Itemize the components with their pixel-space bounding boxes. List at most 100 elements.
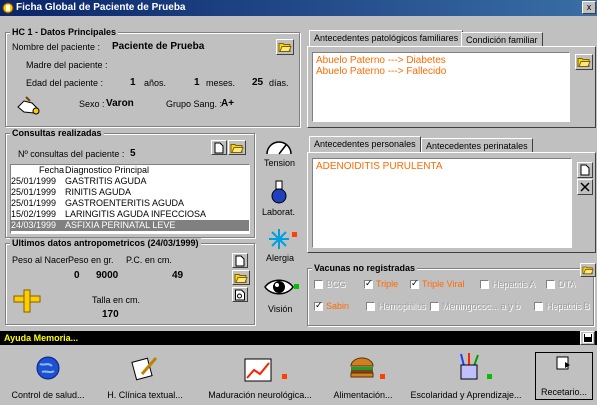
vacuna-label: DTA xyxy=(558,279,576,289)
vacunas-title: Vacunas no registradas xyxy=(312,263,418,273)
tab-antecedentes-perinatales-label: Antecedentes perinatales xyxy=(426,141,528,151)
fecha-cell: 15/02/1999 xyxy=(11,209,57,219)
maduracion-alert-indicator xyxy=(282,374,287,379)
globe-icon xyxy=(36,356,60,380)
checkbox-box[interactable] xyxy=(546,280,555,290)
vacuna-checkbox[interactable]: Hemophilus xyxy=(366,301,426,312)
vacuna-label: Hepatitis A xyxy=(492,279,536,289)
table-row[interactable]: 25/01/1999 RINITIS AGUDA xyxy=(11,187,249,198)
tension-gauge-icon xyxy=(266,141,292,155)
col-diag-header[interactable]: Diagnostico Principal xyxy=(65,165,149,175)
checkbox-box[interactable] xyxy=(534,302,543,312)
maduracion-label-text: Maduración neurológica... xyxy=(208,390,312,400)
close-icon: x xyxy=(586,2,592,12)
escolaridad-label: Escolaridad y Aprendizaje... xyxy=(410,390,522,400)
alimentacion-button[interactable]: Alimentación... xyxy=(328,352,398,402)
control-salud-button[interactable]: Control de salud... xyxy=(2,352,94,402)
diag-cell: GASTRITIS AGUDA xyxy=(65,176,147,186)
personales-line-1: ADENOIDITIS PURULENTA xyxy=(316,161,443,172)
clinica-textual-label: H. Clínica textual... xyxy=(107,390,183,400)
new-consulta-button[interactable] xyxy=(211,140,227,155)
years-label: años. xyxy=(144,78,167,88)
open-familiares-button[interactable] xyxy=(575,54,593,70)
window-title: Ficha Global de Paciente de Prueba xyxy=(16,2,186,13)
vacuna-checkbox[interactable]: DTA xyxy=(546,279,576,290)
open-folder-icon xyxy=(234,273,248,283)
months-label: meses. xyxy=(206,78,236,88)
diag-cell: ASFIXIA PERINATAL LEVE xyxy=(65,220,176,230)
checkbox-box[interactable] xyxy=(480,280,489,290)
ayuda-memoria-label: Ayuda Memoria... xyxy=(4,333,79,343)
open-folder-icon xyxy=(230,143,244,153)
delete-x-icon xyxy=(580,182,590,192)
tab-antecedentes-perinatales[interactable]: Antecedentes perinatales xyxy=(421,138,533,152)
checkbox-box[interactable] xyxy=(314,280,323,290)
name-value: Paciente de Prueba xyxy=(112,41,205,52)
checkbox-box[interactable] xyxy=(410,278,419,290)
recetario-button[interactable]: Recetario... xyxy=(535,352,593,400)
table-row[interactable]: 15/02/1999 LARINGITIS AGUDA INFECCIOSA xyxy=(11,209,249,220)
table-row[interactable]: 24/03/1999 ASFIXIA PERINATAL LEVE xyxy=(11,220,249,231)
table-row[interactable]: 25/01/1999 GASTRITIS AGUDA xyxy=(11,176,249,187)
save-ayuda-button[interactable] xyxy=(580,331,595,345)
new-document-icon xyxy=(214,142,224,153)
tab-patologicos-familiares[interactable]: Antecedentes patológicos familiares xyxy=(309,30,464,46)
vacuna-checkbox[interactable]: Triple xyxy=(364,278,399,290)
laborat-label: Laborat. xyxy=(262,207,296,217)
escolaridad-button[interactable]: Escolaridad y Aprendizaje... xyxy=(405,352,527,402)
growth-chart-icon xyxy=(244,358,272,382)
tab-condicion-familiar-label: Condición familiar xyxy=(466,35,538,45)
vacuna-label: Triple Viral xyxy=(422,279,465,289)
age-days: 25 xyxy=(252,77,264,88)
table-row[interactable]: 25/01/1999 GASTROENTERITIS AGUDA xyxy=(11,198,249,209)
age-label: Edad del paciente : xyxy=(26,78,104,88)
vacuna-checkbox[interactable]: Hepatitis B xyxy=(534,301,590,312)
checkbox-box[interactable] xyxy=(314,300,323,312)
checkbox-box[interactable] xyxy=(366,302,375,312)
open-consulta-button[interactable] xyxy=(228,140,246,155)
antropo-group: Ultimos datos antropometricos (24/03/199… xyxy=(5,238,255,325)
peso-label: Peso en gr. xyxy=(68,255,114,265)
personales-textbox[interactable]: ADENOIDITIS PURULENTA xyxy=(312,158,572,248)
print-preview-icon xyxy=(235,289,245,300)
new-personales-button[interactable] xyxy=(577,162,593,178)
vision-button[interactable]: Visión xyxy=(262,276,299,316)
diag-cell: RINITIS AGUDA xyxy=(65,187,132,197)
tension-button[interactable]: Tension xyxy=(262,136,296,170)
alimentacion-alert-indicator xyxy=(380,374,385,379)
clinica-textual-button[interactable]: H. Clínica textual... xyxy=(100,352,190,402)
age-years: 1 xyxy=(130,77,136,88)
tab-condicion-familiar[interactable]: Condición familiar xyxy=(461,32,543,46)
new-antropo-button[interactable] xyxy=(232,253,248,268)
vacuna-label: Triple xyxy=(376,279,399,289)
maduracion-neurologica-button[interactable]: Maduración neurológica... xyxy=(200,352,320,402)
vacuna-checkbox[interactable]: BCG xyxy=(314,279,346,290)
preview-antropo-button[interactable] xyxy=(232,287,248,302)
tab-patologicos-familiares-label: Antecedentes patológicos familiares xyxy=(314,33,459,43)
vacunas-group: Vacunas no registradas BCG Triple Triple V… xyxy=(307,263,596,326)
snowflake-icon xyxy=(269,229,289,249)
vision-label: Visión xyxy=(268,304,293,314)
ayuda-memoria-bar[interactable]: Ayuda Memoria... xyxy=(0,331,597,345)
edit-patient-button[interactable] xyxy=(276,39,294,55)
tab-antecedentes-personales-label: Antecedentes personales xyxy=(314,139,416,149)
open-vacunas-button[interactable] xyxy=(580,263,596,277)
checkbox-box[interactable] xyxy=(430,302,439,312)
close-button[interactable]: x xyxy=(582,1,596,14)
open-folder-icon xyxy=(577,58,591,67)
vacuna-checkbox[interactable]: Hepatitis A xyxy=(480,279,536,290)
tab-antecedentes-personales[interactable]: Antecedentes personales xyxy=(309,136,421,152)
laborat-button[interactable]: Laborat. xyxy=(262,180,296,218)
new-document-icon xyxy=(580,164,590,176)
consultas-list[interactable]: Fecha Diagnostico Principal 25/01/1999 GA… xyxy=(10,164,250,234)
vacuna-checkbox[interactable]: Sabin xyxy=(314,300,349,312)
col-fecha-header[interactable]: Fecha xyxy=(39,165,64,175)
mother-label: Madre del paciente : xyxy=(26,60,108,70)
alergia-button[interactable]: Alergia xyxy=(262,228,297,266)
familiares-textbox[interactable]: Abuelo Paterno ---> Diabetes Abuelo Pate… xyxy=(312,52,570,122)
vacuna-checkbox[interactable]: Meningococ... a y b xyxy=(430,301,520,312)
delete-personales-button[interactable] xyxy=(577,179,593,195)
vacuna-checkbox[interactable]: Triple Viral xyxy=(410,278,465,290)
open-antropo-button[interactable] xyxy=(232,270,250,285)
checkbox-box[interactable] xyxy=(364,278,373,290)
